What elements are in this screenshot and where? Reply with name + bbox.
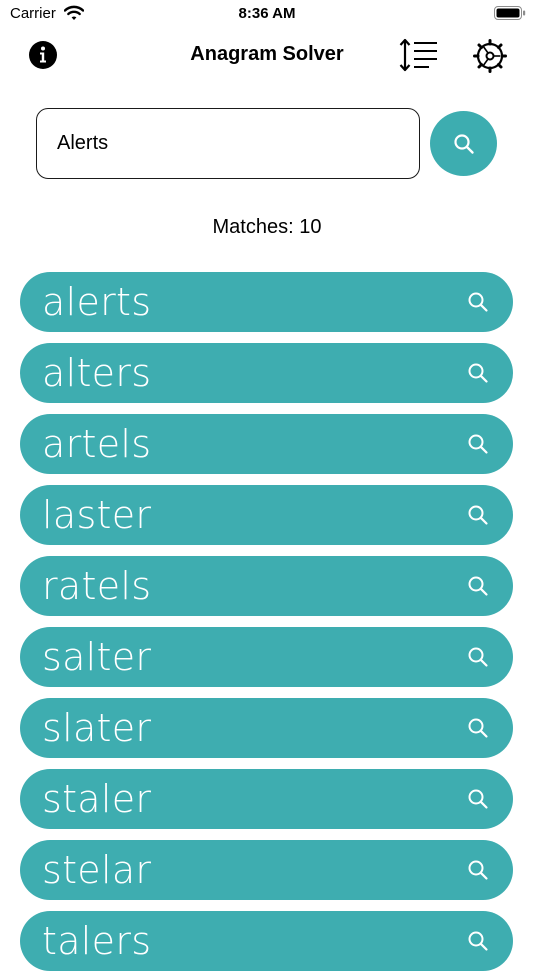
search-icon — [454, 134, 474, 154]
result-row[interactable]: alerts — [20, 272, 513, 332]
settings-button[interactable] — [472, 38, 508, 74]
result-word: slater — [42, 706, 152, 750]
battery-icon — [494, 6, 526, 20]
result-row[interactable]: artels — [20, 414, 513, 474]
result-word: staler — [42, 777, 152, 821]
search-icon[interactable] — [467, 433, 489, 455]
search-icon[interactable] — [467, 788, 489, 810]
result-word: ratels — [42, 564, 152, 608]
info-icon — [29, 41, 57, 69]
status-bar: Carrier 8:36 AM — [0, 0, 534, 28]
sort-button[interactable] — [398, 38, 440, 72]
search-icon[interactable] — [467, 291, 489, 313]
result-word: stelar — [42, 848, 152, 892]
search-icon[interactable] — [467, 646, 489, 668]
status-time: 8:36 AM — [238, 5, 296, 22]
info-button[interactable] — [28, 40, 58, 70]
result-row[interactable]: ratels — [20, 556, 513, 616]
search-icon[interactable] — [467, 859, 489, 881]
result-row[interactable]: stelar — [20, 840, 513, 900]
result-word: talers — [42, 919, 152, 963]
result-row[interactable]: laster — [20, 485, 513, 545]
result-word: artels — [42, 422, 152, 466]
search-icon[interactable] — [467, 575, 489, 597]
navigation-bar: Anagram Solver — [0, 30, 534, 80]
search-icon[interactable] — [467, 930, 489, 952]
result-row[interactable]: slater — [20, 698, 513, 758]
result-word: alerts — [42, 280, 152, 324]
page-title: Anagram Solver — [190, 43, 344, 65]
result-word: salter — [42, 635, 152, 679]
result-row[interactable]: staler — [20, 769, 513, 829]
sort-lines-icon — [399, 38, 437, 72]
result-row[interactable]: salter — [20, 627, 513, 687]
result-row[interactable]: alters — [20, 343, 513, 403]
search-field[interactable] — [36, 108, 420, 179]
search-icon[interactable] — [467, 362, 489, 384]
result-row[interactable]: talers — [20, 911, 513, 971]
search-icon[interactable] — [467, 504, 489, 526]
match-count: Matches: 10 — [212, 216, 322, 238]
search-button[interactable] — [430, 111, 497, 176]
result-word: alters — [42, 351, 152, 395]
settings-gear-icon — [473, 39, 507, 73]
result-word: laster — [42, 493, 152, 537]
search-icon[interactable] — [467, 717, 489, 739]
search-input[interactable] — [57, 109, 397, 178]
